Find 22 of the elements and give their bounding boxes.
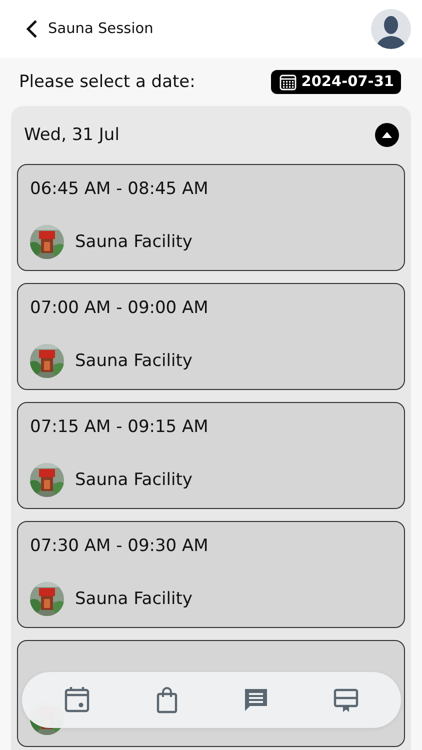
day-title: Wed, 31 Jul <box>24 125 120 145</box>
collapse-icon[interactable] <box>375 123 399 147</box>
date-prompt: Please select a date: <box>19 72 196 92</box>
session-card[interactable]: 06:45 AM - 08:45 AM Sauna Facility <box>17 164 405 271</box>
facility-name: Sauna Facility <box>75 589 192 609</box>
session-time: 07:00 AM - 09:00 AM <box>30 298 210 318</box>
session-card[interactable]: 07:15 AM - 09:15 AM Sauna Facility <box>17 402 405 509</box>
facility-name: Sauna Facility <box>75 351 192 371</box>
session-time: 07:15 AM - 09:15 AM <box>30 417 210 437</box>
session-time: 06:45 AM - 08:45 AM <box>30 179 210 199</box>
date-picker-button[interactable]: 2024-07-31 <box>271 70 401 94</box>
session-card[interactable]: 07:30 AM - 09:30 AM Sauna Facility <box>17 521 405 628</box>
avatar-icon[interactable] <box>371 9 411 49</box>
facility-name: Sauna Facility <box>75 470 192 490</box>
screen-title: Sauna Session <box>48 21 154 37</box>
receipt-icon[interactable] <box>332 686 360 714</box>
calendar-icon <box>279 73 298 91</box>
calendar-icon[interactable] <box>62 686 91 714</box>
facility-name: Sauna Facility <box>75 232 192 252</box>
back-icon[interactable] <box>24 19 40 39</box>
session-card[interactable]: 07:00 AM - 09:00 AM Sauna Facility <box>17 283 405 390</box>
session-time: 07:30 AM - 09:30 AM <box>30 536 210 556</box>
